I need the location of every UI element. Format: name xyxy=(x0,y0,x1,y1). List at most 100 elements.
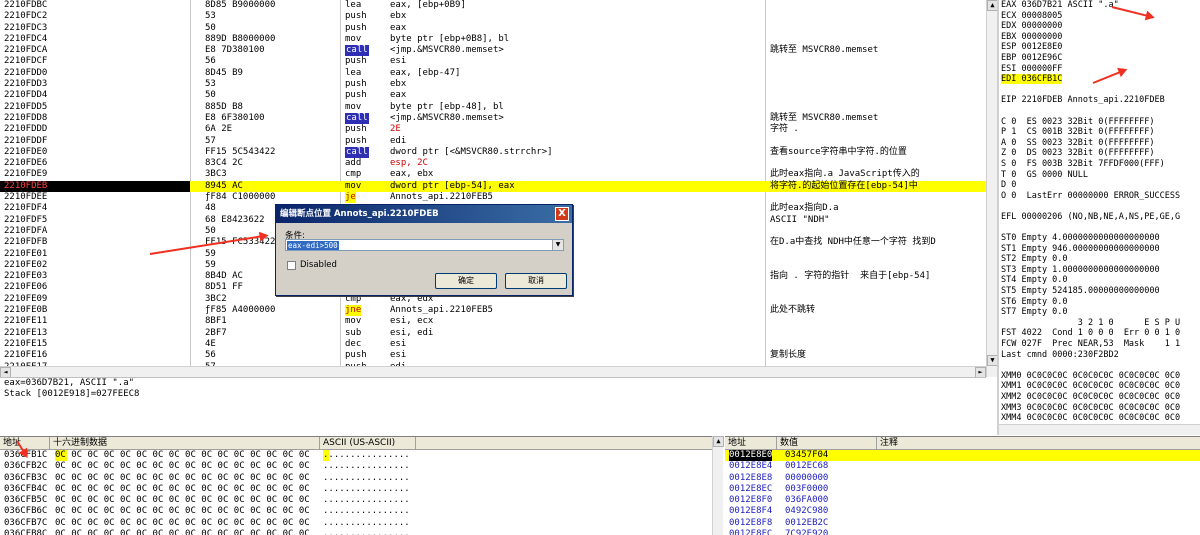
dump-row[interactable]: 036CFB4C 0C 0C 0C 0C 0C 0C 0C 0C 0C 0C 0C… xyxy=(0,484,712,495)
disasm-row[interactable]: 2210FDE9 3BC3 cmp eax, ebx 此时eax指向.a JavaScr… xyxy=(0,169,986,180)
disassembly-pane[interactable]: 2210FDBC 8D85 B9000000 lea eax, [ebp+0B9] 22… xyxy=(0,0,986,366)
disasm-row[interactable]: 2210FDEB 8945 AC mov dword ptr [ebp-54], ea… xyxy=(0,180,986,193)
stack-row[interactable]: 0012E8F4 0492C980 xyxy=(725,506,1200,517)
stack-row[interactable]: 0012E8E0 03457F04 xyxy=(725,450,1200,462)
disasm-row[interactable]: 2210FDCA E8 7D380100 call <jmp.&MSVCR80.mem… xyxy=(0,45,986,57)
disasm-row[interactable]: 2210FDE0 FF15 5C543422 call dword ptr [<&MS… xyxy=(0,146,986,159)
disasm-row[interactable]: 2210FDD3 53 push ebx xyxy=(0,79,986,90)
dump-header-ascii[interactable]: ASCII (US-ASCII) xyxy=(320,437,416,450)
register-row[interactable]: ST4 Empty 0.0 xyxy=(999,275,1200,286)
register-row[interactable]: XMM4 0C0C0C0C 0C0C0C0C 0C0C0C0C 0C0 xyxy=(999,413,1200,424)
register-row[interactable]: D 0 xyxy=(999,180,1200,191)
register-row[interactable]: XMM0 0C0C0C0C 0C0C0C0C 0C0C0C0C 0C0 xyxy=(999,371,1200,382)
stack-row[interactable]: 0012E8FC 7C92E920 xyxy=(725,529,1200,535)
disasm-row[interactable]: 2210FDC3 50 push eax xyxy=(0,23,986,34)
register-row[interactable]: O 0 LastErr 00000000 ERROR_SUCCESS xyxy=(999,191,1200,202)
dump-row[interactable]: 036CFB1C0C 0C 0C 0C 0C 0C 0C 0C 0C 0C 0C… xyxy=(0,450,712,462)
memory-dump-pane[interactable]: 地址 十六进制数据 ASCII (US-ASCII) 036CFB1C0C 0C… xyxy=(0,436,712,535)
stack-header-address[interactable]: 地址 xyxy=(725,437,777,450)
register-row[interactable]: ST7 Empty 0.0 xyxy=(999,307,1200,318)
disasm-row[interactable]: 2210FDCF 56 push esi xyxy=(0,56,986,67)
stack-row[interactable]: 0012E8E4 0012EC68 xyxy=(725,461,1200,472)
register-row[interactable]: EIP 2210FDEB Annots_api.2210FDEB xyxy=(999,95,1200,106)
condition-input[interactable]: eax-edi>500 ▼ xyxy=(285,239,564,251)
register-row[interactable]: S 0 FS 003B 32Bit 7FFDF000(FFF) xyxy=(999,159,1200,170)
stack-row[interactable]: 0012E8F8 0012EB2C xyxy=(725,518,1200,529)
pane-splitter[interactable] xyxy=(997,0,999,435)
disasm-row[interactable]: 2210FDC4 889D B8000000 mov byte ptr [ebp+0B… xyxy=(0,34,986,45)
registers-horizontal-scrollbar[interactable] xyxy=(999,424,1200,435)
chevron-down-icon[interactable]: ▼ xyxy=(552,240,563,250)
stack-row[interactable]: 0012E8F0 036FA000 xyxy=(725,495,1200,506)
dump-vertical-scrollbar[interactable]: ▲ xyxy=(712,436,724,535)
stack-row[interactable]: 0012E8EC 003F0000 xyxy=(725,484,1200,495)
register-row[interactable]: XMM3 0C0C0C0C 0C0C0C0C 0C0C0C0C 0C0 xyxy=(999,403,1200,414)
dump-row[interactable]: 036CFB6C 0C 0C 0C 0C 0C 0C 0C 0C 0C 0C 0C… xyxy=(0,506,712,517)
register-row[interactable] xyxy=(999,360,1200,371)
register-row[interactable]: ST6 Empty 0.0 xyxy=(999,297,1200,308)
disabled-label[interactable]: Disabled xyxy=(300,260,337,270)
register-row[interactable]: T 0 GS 0000 NULL xyxy=(999,170,1200,181)
disasm-row[interactable]: 2210FDE6 83C4 2C add esp, 2C xyxy=(0,158,986,169)
register-row[interactable]: ST3 Empty 1.0000000000000000000 xyxy=(999,265,1200,276)
disabled-checkbox[interactable] xyxy=(287,261,296,270)
cancel-button[interactable]: 取消 xyxy=(505,273,567,289)
register-row[interactable]: ECX 00008005 xyxy=(999,11,1200,22)
register-row[interactable]: P 1 CS 001B 32Bit 0(FFFFFFFF) xyxy=(999,127,1200,138)
register-row[interactable]: ESI 000000FF xyxy=(999,64,1200,75)
register-row[interactable] xyxy=(999,106,1200,117)
register-row[interactable]: ST5 Empty 524185.00000000000000 xyxy=(999,286,1200,297)
dump-row[interactable]: 036CFB3C 0C 0C 0C 0C 0C 0C 0C 0C 0C 0C 0C… xyxy=(0,473,712,484)
condition-value[interactable]: eax-edi>500 xyxy=(287,241,339,250)
disasm-row[interactable]: 2210FE13 2BF7 sub esi, edi xyxy=(0,328,986,339)
dump-header-hex[interactable]: 十六进制数据 xyxy=(50,437,320,450)
register-row[interactable]: EFL 00000206 (NO,NB,NE,A,NS,PE,GE,G xyxy=(999,212,1200,223)
register-row[interactable]: XMM2 0C0C0C0C 0C0C0C0C 0C0C0C0C 0C0 xyxy=(999,392,1200,403)
disasm-row[interactable]: 2210FDD5 885D B8 mov byte ptr [ebp-48], bl xyxy=(0,102,986,113)
register-row[interactable]: ST0 Empty 4.0000000000000000000 xyxy=(999,233,1200,244)
register-row[interactable] xyxy=(999,85,1200,96)
scroll-up-icon[interactable]: ▲ xyxy=(713,436,724,447)
edit-breakpoint-dialog[interactable]: 编辑断点位置 Annots_api.2210FDEB X 条件: eax-edi… xyxy=(275,204,573,296)
stack-header-value[interactable]: 数值 xyxy=(777,437,877,450)
disasm-row[interactable]: 2210FDEE ƒF84 C1000000 je Annots_api.2210FE… xyxy=(0,192,986,204)
dump-row[interactable]: 036CFB2C 0C 0C 0C 0C 0C 0C 0C 0C 0C 0C 0C… xyxy=(0,461,712,472)
close-icon[interactable]: X xyxy=(555,207,569,221)
register-row[interactable] xyxy=(999,222,1200,233)
disasm-row[interactable]: 2210FDD4 50 push eax xyxy=(0,90,986,101)
ok-button[interactable]: 确定 xyxy=(435,273,497,289)
disasm-row[interactable]: 2210FDD8 E8 6F380100 call <jmp.&MSVCR80.mem… xyxy=(0,112,986,125)
register-row[interactable]: ST1 Empty 946.00000000000000000 xyxy=(999,244,1200,255)
register-row[interactable]: EBP 0012E96C xyxy=(999,53,1200,64)
register-row[interactable]: 3 2 1 0 E S P U xyxy=(999,318,1200,329)
register-row[interactable]: Z 0 DS 0023 32Bit 0(FFFFFFFF) xyxy=(999,148,1200,159)
register-row[interactable]: ST2 Empty 0.0 xyxy=(999,254,1200,265)
disasm-row[interactable]: 2210FDD0 8D45 B9 lea eax, [ebp-47] xyxy=(0,68,986,79)
register-row[interactable]: C 0 ES 0023 32Bit 0(FFFFFFFF) xyxy=(999,117,1200,128)
register-row[interactable]: Last cmnd 0000:230F2BD2 xyxy=(999,350,1200,361)
stack-pane[interactable]: 地址 数值 注释 0012E8E0 03457F04 0012E8E4 0012EC6… xyxy=(725,436,1200,535)
disasm-row[interactable]: 2210FE11 8BF1 mov esi, ecx xyxy=(0,316,986,327)
disasm-row[interactable]: 2210FDC2 53 push ebx xyxy=(0,11,986,22)
stack-row[interactable]: 0012E8E8 00000000 xyxy=(725,473,1200,484)
dialog-title-bar[interactable]: 编辑断点位置 Annots_api.2210FDEB X xyxy=(276,205,572,223)
disasm-row[interactable]: 2210FE16 56 push esi 复制长度 xyxy=(0,350,986,361)
register-row[interactable]: EDX 00000000 xyxy=(999,21,1200,32)
register-row[interactable]: A 0 SS 0023 32Bit 0(FFFFFFFF) xyxy=(999,138,1200,149)
register-row[interactable]: ESP 0012E8E0 xyxy=(999,42,1200,53)
dump-row[interactable]: 036CFB8C 0C 0C 0C 0C 0C 0C 0C 0C 0C 0C 0C… xyxy=(0,529,712,535)
disasm-row[interactable]: 2210FE15 4E dec esi xyxy=(0,339,986,350)
stack-header-comment[interactable]: 注释 xyxy=(877,437,1200,450)
disasm-row[interactable]: 2210FDDD 6A 2E push 2E 字符 . xyxy=(0,124,986,135)
register-row[interactable]: EAX 036D7B21 ASCII ".a" xyxy=(999,0,1200,11)
dump-row[interactable]: 036CFB7C 0C 0C 0C 0C 0C 0C 0C 0C 0C 0C 0C… xyxy=(0,518,712,529)
registers-pane[interactable]: EAX 036D7B21 ASCII ".a" ECX 00008005 EDX 0… xyxy=(999,0,1200,435)
disasm-row[interactable]: 2210FDBC 8D85 B9000000 lea eax, [ebp+0B9] xyxy=(0,0,986,11)
disassembly-horizontal-scrollbar[interactable]: ◄ ► xyxy=(0,366,986,378)
register-row[interactable]: FCW 027F Prec NEAR,53 Mask 1 1 xyxy=(999,339,1200,350)
disassembly-vertical-scrollbar[interactable]: ▲ ▼ xyxy=(986,0,998,377)
register-row[interactable] xyxy=(999,201,1200,212)
register-row[interactable]: FST 4022 Cond 1 0 0 0 Err 0 0 1 0 xyxy=(999,328,1200,339)
disasm-row[interactable]: 2210FE0B ƒF85 A4000000 jne Annots_api.2210F… xyxy=(0,305,986,317)
dump-row[interactable]: 036CFB5C 0C 0C 0C 0C 0C 0C 0C 0C 0C 0C 0C… xyxy=(0,495,712,506)
